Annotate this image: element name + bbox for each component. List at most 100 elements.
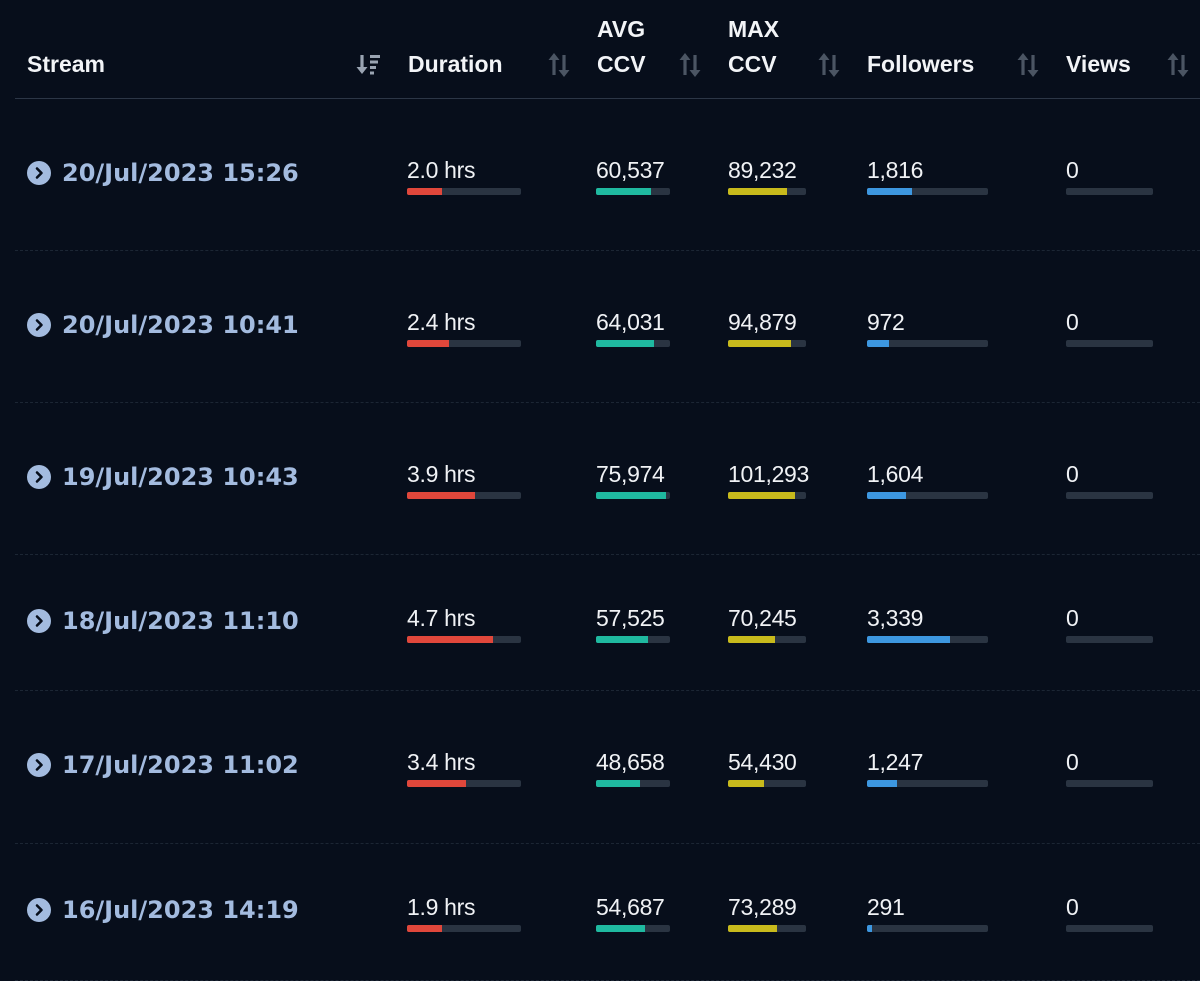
sort-desc-active-icon[interactable] (355, 52, 381, 78)
views-bar (1066, 780, 1153, 787)
followers-bar (867, 780, 988, 787)
duration-value: 3.4 hrs (407, 749, 476, 775)
followers-bar (867, 492, 988, 499)
followers-bar-fill (867, 636, 951, 643)
avg-ccv-bar (596, 780, 670, 787)
avg-ccv-cell: 60,537 (596, 157, 670, 195)
followers-cell: 1,247 (867, 749, 988, 787)
avg-ccv-cell: 64,031 (596, 309, 670, 347)
avg-ccv-bar-fill (596, 636, 648, 643)
stream-link[interactable]: 16/Jul/2023 14:19 (27, 896, 299, 924)
views-value: 0 (1066, 605, 1079, 631)
max-ccv-bar-fill (728, 188, 788, 195)
duration-cell: 4.7 hrs (407, 605, 521, 643)
followers-value: 972 (867, 309, 905, 335)
views-cell: 0 (1066, 461, 1153, 499)
chevron-right-circle-icon (27, 609, 51, 633)
sort-icon[interactable] (1015, 52, 1041, 78)
chevron-right-circle-icon (27, 898, 51, 922)
column-header-followers[interactable]: Followers (867, 47, 974, 82)
avg-ccv-bar-fill (596, 780, 640, 787)
duration-bar-fill (407, 188, 443, 195)
max-ccv-cell: 94,879 (728, 309, 806, 347)
max-ccv-bar (728, 636, 806, 643)
duration-bar (407, 780, 521, 787)
followers-bar (867, 636, 988, 643)
stream-link[interactable]: 17/Jul/2023 11:02 (27, 751, 299, 779)
followers-cell: 972 (867, 309, 988, 347)
views-value: 0 (1066, 157, 1079, 183)
sort-icon[interactable] (816, 52, 842, 78)
views-value: 0 (1066, 309, 1079, 335)
views-bar (1066, 492, 1153, 499)
avg-ccv-value: 64,031 (596, 309, 665, 335)
avg-ccv-value: 57,525 (596, 605, 665, 631)
column-header-duration[interactable]: Duration (408, 47, 503, 82)
stream-date-label: 20/Jul/2023 10:41 (62, 311, 299, 339)
column-header-label: MAX (728, 16, 780, 42)
max-ccv-bar-fill (728, 636, 775, 643)
views-cell: 0 (1066, 157, 1153, 195)
max-ccv-value: 94,879 (728, 309, 797, 335)
sort-icon[interactable] (677, 52, 703, 78)
column-header-avg-ccv[interactable]: AVG CCV (597, 12, 646, 82)
duration-value: 2.4 hrs (407, 309, 476, 335)
stream-date-label: 18/Jul/2023 11:10 (62, 607, 299, 635)
max-ccv-value: 101,293 (728, 461, 810, 487)
duration-cell: 3.4 hrs (407, 749, 521, 787)
stream-link[interactable]: 20/Jul/2023 10:41 (27, 311, 299, 339)
sort-icon[interactable] (1165, 52, 1191, 78)
duration-cell: 3.9 hrs (407, 461, 521, 499)
max-ccv-bar (728, 340, 806, 347)
followers-bar-fill (867, 340, 889, 347)
followers-value: 1,247 (867, 749, 924, 775)
avg-ccv-value: 75,974 (596, 461, 665, 487)
table-body: 20/Jul/2023 15:26 2.0 hrs 60,537 89,232 1,81… (15, 99, 1200, 981)
duration-bar (407, 492, 521, 499)
views-bar (1066, 188, 1153, 195)
column-header-stream[interactable]: Stream (27, 47, 105, 82)
avg-ccv-bar (596, 925, 670, 932)
duration-value: 1.9 hrs (407, 894, 476, 920)
views-bar (1066, 636, 1153, 643)
avg-ccv-bar-fill (596, 340, 654, 347)
views-bar (1066, 340, 1153, 347)
column-header-views[interactable]: Views (1066, 47, 1131, 82)
column-header-label: CCV (728, 51, 777, 77)
table-row: 20/Jul/2023 10:41 2.4 hrs 64,031 94,879 972 0 (15, 251, 1200, 403)
followers-bar-fill (867, 492, 906, 499)
max-ccv-bar (728, 188, 806, 195)
column-header-label: Views (1066, 51, 1131, 77)
stream-link[interactable]: 18/Jul/2023 11:10 (27, 607, 299, 635)
max-ccv-cell: 101,293 (728, 461, 810, 499)
max-ccv-bar-fill (728, 492, 796, 499)
views-bar (1066, 925, 1153, 932)
followers-cell: 291 (867, 894, 988, 932)
stream-link[interactable]: 19/Jul/2023 10:43 (27, 463, 299, 491)
followers-value: 1,604 (867, 461, 924, 487)
table-header: Stream Duration AVG CCV MAX CCV Followers Views (15, 0, 1200, 99)
max-ccv-value: 54,430 (728, 749, 797, 775)
followers-bar (867, 188, 988, 195)
avg-ccv-cell: 48,658 (596, 749, 670, 787)
followers-bar-fill (867, 188, 912, 195)
max-ccv-value: 70,245 (728, 605, 797, 631)
chevron-right-circle-icon (27, 753, 51, 777)
max-ccv-cell: 73,289 (728, 894, 806, 932)
views-cell: 0 (1066, 749, 1153, 787)
max-ccv-bar (728, 780, 806, 787)
column-header-max-ccv[interactable]: MAX CCV (728, 12, 779, 82)
duration-bar (407, 925, 521, 932)
views-cell: 0 (1066, 605, 1153, 643)
views-value: 0 (1066, 894, 1079, 920)
stream-link[interactable]: 20/Jul/2023 15:26 (27, 159, 299, 187)
followers-bar (867, 340, 988, 347)
table-row: 18/Jul/2023 11:10 4.7 hrs 57,525 70,245 3,33… (15, 555, 1200, 691)
sort-icon[interactable] (546, 52, 572, 78)
duration-cell: 2.4 hrs (407, 309, 521, 347)
column-header-label: CCV (597, 51, 646, 77)
max-ccv-cell: 70,245 (728, 605, 806, 643)
duration-bar-fill (407, 780, 467, 787)
stream-date-label: 17/Jul/2023 11:02 (62, 751, 299, 779)
duration-bar-fill (407, 340, 450, 347)
